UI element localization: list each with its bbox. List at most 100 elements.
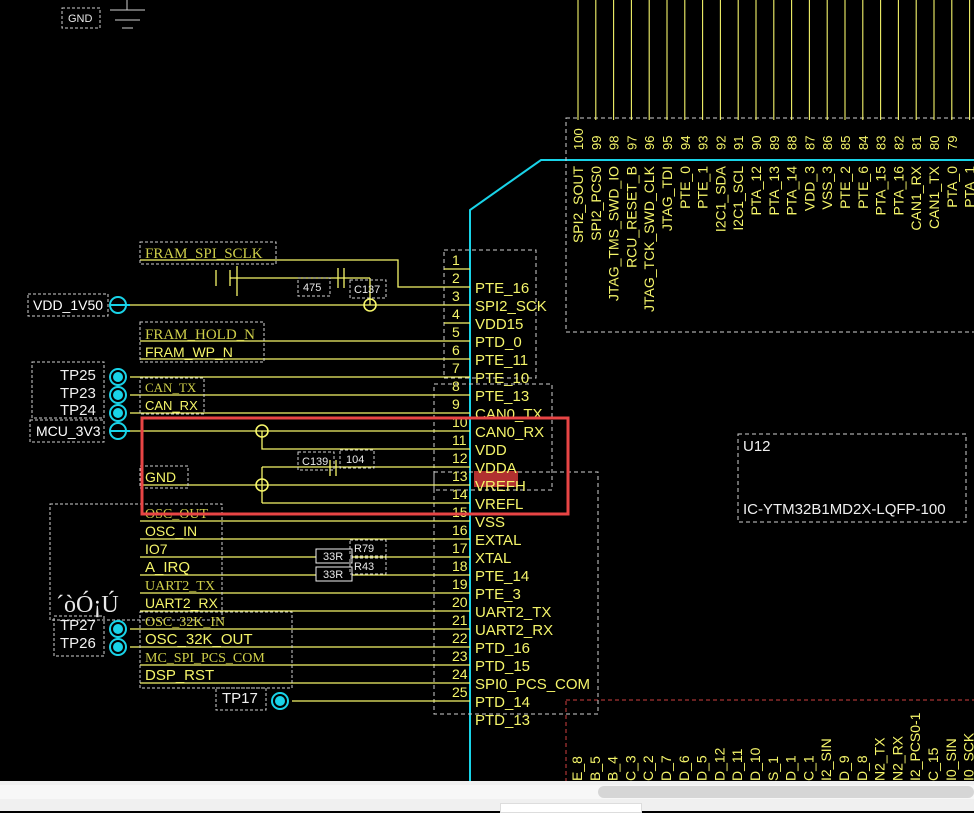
ic-top-pin[interactable]: 83 PTA_15	[873, 0, 889, 216]
ic-bottom-pin-label[interactable]: I0_SCK	[961, 732, 974, 781]
ic-bottom-pin-label[interactable]: D_9	[836, 755, 852, 781]
pin-name-label: PTE_13	[475, 388, 529, 405]
net-io7: IO7	[145, 541, 168, 557]
schematic-canvas[interactable]: GND U12 IC-YTM32B1MD2X-LQFP-100 1 2 PTE_16…	[0, 0, 974, 791]
pin-number: 93	[696, 136, 711, 150]
ic-bottom-pin-label[interactable]: C_2	[640, 755, 656, 781]
tp27-label: TP27	[60, 617, 96, 634]
pin-name-label: VDD	[475, 442, 507, 459]
pin-number: 6	[452, 342, 460, 358]
pin-name-label: PTE_10	[475, 370, 529, 387]
ic-bottom-pin-label[interactable]: D_5	[694, 755, 710, 781]
ic-top-pin[interactable]: 90 PTA_12	[748, 0, 764, 216]
pin-name-label: CAN0_RX	[475, 424, 544, 441]
pin-name-label: I2C1_SDA	[712, 165, 728, 232]
ic-bottom-pin-label[interactable]: D_7	[658, 755, 674, 781]
pin-number: 11	[452, 432, 467, 448]
pin-number: 21	[452, 612, 468, 628]
pin-name-label: PTA_16	[890, 166, 906, 216]
resistor-r43-value: 33R	[323, 569, 343, 581]
ic-bottom-pin-label[interactable]: B_5	[587, 756, 603, 781]
pin-name-label: PTA_13	[766, 166, 782, 216]
ic-bottom-pin-label[interactable]: S_1	[765, 756, 781, 781]
ic-bottom-pin-label[interactable]: D_10	[747, 747, 763, 781]
ic-top-pin[interactable]: 100 SPI2_SOUT	[570, 0, 586, 243]
pin-number: 22	[452, 630, 468, 646]
pin-number: 96	[642, 136, 657, 150]
pin-number: 95	[660, 136, 675, 150]
cap-475-label: 475	[303, 282, 321, 294]
ic-bottom-pin-label[interactable]: C_3	[622, 755, 638, 781]
ic-top-pin[interactable]: 98 JTAG_TMS_SWD_IO	[606, 0, 622, 301]
pin-number: 80	[927, 136, 942, 150]
pin-number: 13	[452, 468, 468, 484]
ic-top-pin[interactable]: 82 PTA_16	[890, 0, 906, 216]
pin-name-label: UART2_TX	[475, 604, 551, 621]
ic-left-pin[interactable]: PTD_13	[475, 712, 530, 729]
pin-name-label: VSS	[475, 514, 505, 531]
ic-bottom-pin-label[interactable]: B_4	[605, 756, 621, 781]
pin-number: 88	[785, 136, 800, 150]
ic-top-pin[interactable]: 94 PTE_0	[677, 0, 693, 209]
pin-name-label: PTE_14	[475, 568, 529, 585]
ic-top-pin[interactable]: 80 CAN1_TX	[926, 0, 942, 229]
ic-bottom-pin-label[interactable]: I0_SIN	[943, 738, 959, 781]
schematic-svg[interactable]: GND U12 IC-YTM32B1MD2X-LQFP-100 12PTE_16…	[0, 0, 974, 791]
pin-number: 92	[713, 136, 728, 150]
ic-bottom-pin-label[interactable]: N2_RX	[889, 735, 905, 781]
ic-left-pin[interactable]: 1	[444, 252, 470, 270]
ic-top-pin[interactable]: 97 RCU_RESET_B	[623, 0, 639, 268]
ic-bottom-pin-label[interactable]: D_6	[676, 755, 692, 781]
ic-top-pin[interactable]: 99 SPI2_PCS0	[588, 0, 604, 241]
pin-number: 97	[624, 136, 639, 150]
ic-top-pin[interactable]: PTA_1	[962, 0, 974, 208]
pin-name-label: SPI2_PCS0	[588, 166, 604, 241]
ic-bottom-pin-label[interactable]: D_8	[854, 755, 870, 781]
ic-bottom-pin-label[interactable]: I2_SIN	[818, 738, 834, 781]
pin-number: 90	[749, 136, 764, 150]
ic-top-pin[interactable]: 91 I2C1_SCL	[730, 0, 746, 231]
tp25-label: TP25	[60, 367, 96, 384]
ic-top-pin[interactable]: 81 CAN1_RX	[908, 0, 924, 231]
ic-top-pin[interactable]: 86 VSS_3	[819, 0, 835, 210]
ic-top-pin[interactable]: 84 PTE_6	[855, 0, 871, 209]
ic-bottom-pin-label[interactable]: N2_TX	[872, 737, 888, 781]
pin-number: 18	[452, 558, 468, 574]
net-gnd: GND	[145, 469, 176, 485]
pin-number: 5	[452, 324, 460, 340]
net-uart2-rx: UART2_RX	[145, 595, 219, 611]
ic-bottom-pin-label[interactable]: D_11	[729, 748, 745, 781]
ic-top-pin[interactable]: 95 JTAG_TDI	[659, 0, 675, 231]
pin-name-label: CAN1_RX	[908, 165, 924, 230]
ic-bottom-pin-label[interactable]: E_8	[569, 756, 585, 781]
ic-bottom-pin-label[interactable]: D_12	[711, 747, 727, 781]
pin-name-label: JTAG_TMS_SWD_IO	[606, 166, 622, 301]
ic-bottom-pin-label[interactable]: C_15	[925, 747, 941, 781]
ic-top-pins: 100 SPI2_SOUT 99 SPI2_PCS0 98 JTAG_TMS_SWD_IO…	[570, 0, 974, 312]
pin-number: 91	[731, 136, 746, 150]
scrollbar-thumb[interactable]	[598, 786, 974, 798]
pin-number: 10	[452, 414, 468, 430]
net-uart2-tx: UART2_TX	[145, 579, 215, 594]
ic-bottom-pin-label[interactable]: I2_PCS0-1	[907, 712, 923, 781]
ic-top-pin[interactable]: 89 PTA_13	[766, 0, 782, 216]
ic-top-pin[interactable]: 79 PTA_0	[944, 0, 960, 208]
ic-top-pin[interactable]: 87 VDD_3	[801, 0, 817, 211]
horizontal-scrollbar[interactable]	[0, 781, 974, 813]
pin-name-label: JTAG_TDI	[659, 166, 675, 231]
ic-top-pin[interactable]: 92 I2C1_SDA	[712, 0, 728, 232]
gnd-top-symbol[interactable]: GND	[61, 0, 145, 29]
ic-top-pin[interactable]: 93 PTE_1	[695, 0, 711, 209]
pin-name-label: SPI2_SOUT	[570, 166, 586, 243]
pin-name-label: PTD_16	[475, 640, 530, 657]
pin-number: 86	[820, 136, 835, 150]
pin-name-label: PTD_14	[475, 694, 530, 711]
ic-bottom-pin-label[interactable]: C_1	[800, 755, 816, 781]
ic-top-pin[interactable]: 96 JTAG_TCK_SWD_CLK	[641, 0, 657, 312]
ic-top-pin[interactable]: 85 PTE_2	[837, 0, 853, 209]
pin-name-label: SPI2_SCK	[475, 298, 547, 315]
ic-top-pin[interactable]: 88 PTA_14	[784, 0, 800, 216]
ic-bottom-pin-label[interactable]: D_1	[783, 755, 799, 781]
net-fram-wp-n: FRAM_WP_N	[145, 344, 233, 360]
net-mcu-3v3: MCU_3V3	[36, 423, 101, 439]
